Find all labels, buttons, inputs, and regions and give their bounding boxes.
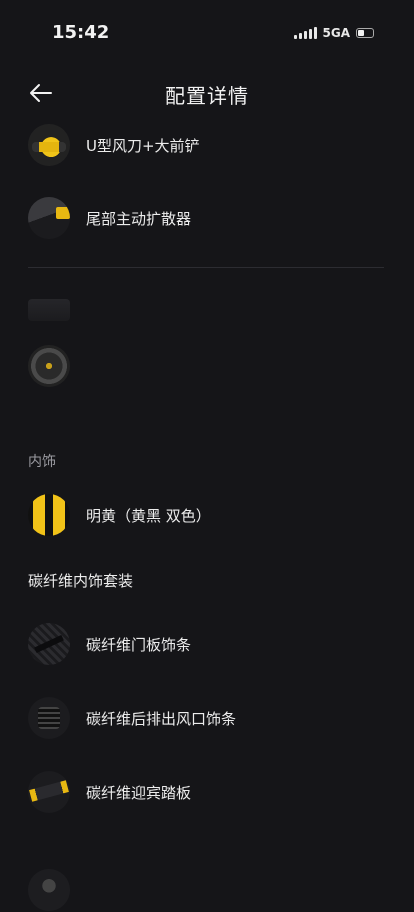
config-item-label: U型风刀+大前铲 — [86, 136, 200, 155]
door-trim-thumb — [28, 623, 70, 665]
divider — [28, 267, 384, 268]
config-item-label: 碳纤维门板饰条 — [86, 635, 192, 654]
config-item-rear-diffuser: 尾部主动扩散器 — [28, 196, 191, 240]
status-time: 15:42 — [52, 22, 110, 43]
nav-bar: 配置详情 — [0, 66, 414, 120]
partial-thumb — [28, 869, 70, 911]
signal-icon — [293, 27, 317, 39]
status-indicators: 5GA — [293, 26, 374, 40]
faded-row-wheel — [28, 344, 70, 388]
config-item-label: 明黄（黄黑 双色） — [86, 506, 211, 525]
config-item-label: 尾部主动扩散器 — [86, 209, 192, 228]
wheel-thumb — [28, 345, 70, 387]
rear-vent-thumb — [28, 697, 70, 739]
config-item-interior-color: 明黄（黄黑 双色） — [28, 493, 211, 537]
front-spoiler-thumb — [28, 124, 70, 166]
config-item-label: 碳纤维迎宾踏板 — [86, 783, 192, 802]
yellow-black-swatch — [28, 494, 70, 536]
page-title: 配置详情 — [165, 84, 249, 108]
config-item-front-spoiler: U型风刀+大前铲 — [28, 123, 200, 167]
sill-plate-thumb — [28, 771, 70, 813]
config-item-sill-plate: 碳纤维迎宾踏板 — [28, 770, 191, 814]
battery-icon — [356, 28, 374, 38]
config-item-door-trim: 碳纤维门板饰条 — [28, 622, 191, 666]
group-title-carbon: 碳纤维内饰套装 — [28, 572, 134, 590]
status-bar: 15:42 5GA — [0, 0, 414, 66]
section-title-interior: 内饰 — [28, 454, 56, 470]
faded-row — [28, 288, 70, 332]
rear-diffuser-thumb — [28, 197, 70, 239]
faded-thumb — [28, 299, 70, 321]
network-type: 5GA — [322, 26, 351, 40]
config-item-rear-vent: 碳纤维后排出风口饰条 — [28, 696, 236, 740]
config-item-label: 碳纤维后排出风口饰条 — [86, 709, 237, 728]
config-item-partial — [28, 868, 70, 912]
